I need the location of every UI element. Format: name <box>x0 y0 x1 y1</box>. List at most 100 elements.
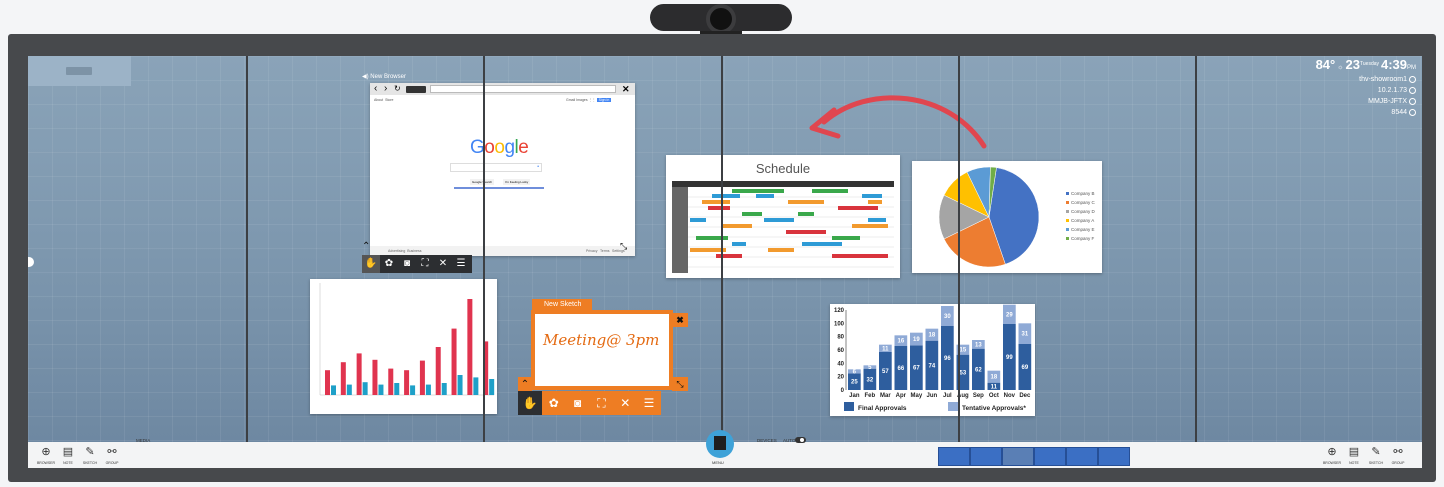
browser-app-icon[interactable]: ⊕ <box>36 445 56 458</box>
bar-blue <box>489 379 495 395</box>
browser-titlebar[interactable]: ◀) New Browser <box>362 73 634 82</box>
browser-window[interactable]: ◀) New Browser ‹ › ↻ ✕ About Store Gmail… <box>362 73 635 273</box>
resize-handle-icon[interactable]: ⤡ <box>620 241 627 252</box>
bezel-4 <box>958 56 960 468</box>
sketch-collapse-icon[interactable]: ⌃ <box>518 377 532 391</box>
pie-chart-card[interactable]: Company B Company C Company D Company A Comp… <box>912 161 1102 273</box>
google-search-input[interactable]: • <box>450 163 542 172</box>
sketch-pin-icon[interactable]: ✕ <box>613 396 637 410</box>
auto-label: AUTO <box>783 438 796 443</box>
x-tick-label: Dec <box>1019 393 1031 399</box>
link-about[interactable]: About <box>374 98 383 102</box>
signin-button[interactable]: Sign in <box>596 98 612 102</box>
palette-icon[interactable]: ✿ <box>380 255 398 273</box>
device-thumb-5[interactable] <box>1066 447 1098 466</box>
address-bar[interactable] <box>430 85 616 93</box>
browser-app-icon-right[interactable]: ⊕ <box>1322 445 1342 458</box>
media-label: MEDIA <box>136 438 151 443</box>
legend-label-tentative: Tentative Approvals* <box>962 405 1026 412</box>
legend-swatch <box>1066 219 1069 222</box>
sketch-fullscreen-icon[interactable]: ⛶ <box>589 396 613 411</box>
link-privacy[interactable]: Privacy <box>586 246 597 256</box>
keyboard-icon[interactable] <box>406 86 426 93</box>
device-thumb-2[interactable] <box>970 447 1002 466</box>
apps-icon[interactable]: ⋮⋮ <box>589 98 596 102</box>
panel-handle <box>66 67 92 75</box>
top-left-panel[interactable] <box>28 56 131 86</box>
sketch-app-icon-right[interactable]: ✎ <box>1366 445 1386 458</box>
menu-button[interactable] <box>706 430 734 458</box>
sketch-canvas[interactable]: Meeting@ 3pm <box>531 310 673 390</box>
sketch-window[interactable]: New Sketch Meeting@ 3pm ✖ ⌃ ⤡ ✋ ✿ ◙ ⛶ ✕ … <box>518 299 688 415</box>
group-app-icon[interactable]: ⚯ <box>102 445 122 458</box>
device-thumb-3[interactable] <box>1002 447 1034 466</box>
list-icon[interactable]: ☰ <box>452 255 470 273</box>
sketch-palette-icon[interactable]: ✿ <box>542 396 566 410</box>
data-label-final: 62 <box>975 367 982 373</box>
data-label-tentative: 31 <box>1022 332 1029 338</box>
link-advertising[interactable]: Advertising <box>388 249 405 253</box>
collapse-icon[interactable]: ⌃ <box>362 241 370 252</box>
sketch-hand-icon[interactable]: ✋ <box>518 391 542 415</box>
sketch-app-icon[interactable]: ✎ <box>80 445 100 458</box>
canvas-screen[interactable]: 84° ☼ 23Tuesday 4:39PM thv-showroom1 10.… <box>28 56 1422 468</box>
legend-swatch-final <box>844 402 854 411</box>
data-label-tentative: 30 <box>944 314 951 320</box>
data-label-final: 66 <box>898 366 905 372</box>
auto-toggle[interactable] <box>795 437 806 443</box>
promo-link[interactable] <box>454 187 544 189</box>
link-gmail[interactable]: Gmail <box>566 98 575 102</box>
legend-label: Company F <box>1071 236 1095 241</box>
pie-chart <box>938 166 1040 268</box>
close-icon[interactable]: ✕ <box>622 83 630 95</box>
sketch-list-icon[interactable]: ☰ <box>637 396 661 410</box>
link-store[interactable]: Store <box>385 98 393 102</box>
data-label-final: 67 <box>913 366 920 372</box>
legend-item: Company D <box>1066 207 1095 216</box>
pin-icon[interactable]: ✕ <box>434 255 452 273</box>
reload-icon[interactable]: ↻ <box>394 83 401 95</box>
bar-blue <box>441 383 447 395</box>
sketch-resize-icon[interactable]: ⤡ <box>672 377 688 391</box>
device-thumb-1[interactable] <box>938 447 970 466</box>
legend-item: Company C <box>1066 198 1095 207</box>
bar-red <box>356 353 362 395</box>
google-search-button[interactable]: Google Search <box>470 179 495 185</box>
group-app-icon-right[interactable]: ⚯ <box>1388 445 1408 458</box>
approvals-chart: 020406080100120256Jan325Feb5711Mar6616Ap… <box>834 304 1032 412</box>
feeling-lucky-button[interactable]: I'm Feeling Lucky <box>503 179 531 185</box>
x-tick-label: Oct <box>989 393 999 399</box>
note-app-icon-right[interactable]: ▤ <box>1344 445 1364 458</box>
browser-title: New Browser <box>370 74 406 80</box>
link-images[interactable]: Images <box>576 98 587 102</box>
back-icon[interactable]: ‹ <box>374 83 377 94</box>
hand-icon[interactable]: ✋ <box>362 255 380 273</box>
link-business[interactable]: Business <box>407 249 421 253</box>
legend-label: Company A <box>1071 218 1095 223</box>
legend-item: Company E <box>1066 225 1095 234</box>
bar-red <box>451 328 457 395</box>
fullscreen-icon[interactable]: ⛶ <box>416 255 434 273</box>
bar-chart-card[interactable] <box>310 279 497 414</box>
note-app-label-right: NOTE <box>1349 461 1359 465</box>
bar-red <box>467 299 473 395</box>
y-tick-label: 60 <box>837 348 844 354</box>
top-links: About Store <box>374 98 393 102</box>
data-label-final: 96 <box>944 356 951 362</box>
note-app-icon[interactable]: ▤ <box>58 445 78 458</box>
device-thumb-6[interactable] <box>1098 447 1130 466</box>
bar-red <box>435 347 441 395</box>
mic-icon[interactable]: • <box>537 164 539 170</box>
legend-swatch <box>1066 210 1069 213</box>
approvals-chart-card[interactable]: 0 20 40 60 80 100 120 25 6 Jan 32 5 Feb 57 11 Mar 66 16 Ap… <box>830 304 1035 416</box>
camera-icon[interactable]: ◙ <box>398 255 416 273</box>
browser-app-label: BROWSER <box>36 461 56 465</box>
forward-icon[interactable]: › <box>384 83 387 94</box>
link-terms[interactable]: Terms <box>600 246 610 256</box>
sketch-camera-icon[interactable]: ◙ <box>566 396 590 410</box>
data-label-final: 53 <box>960 370 967 376</box>
device-thumb-4[interactable] <box>1034 447 1066 466</box>
sketch-titlebar[interactable]: New Sketch <box>532 299 592 310</box>
sketch-close-button[interactable]: ✖ <box>672 313 688 327</box>
schedule-card[interactable]: Schedule <box>666 155 900 278</box>
